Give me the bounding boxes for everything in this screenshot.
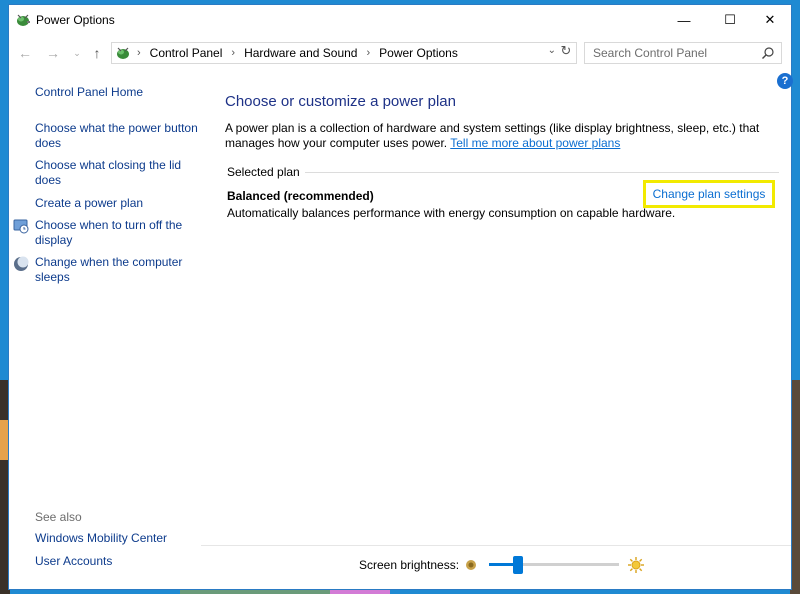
breadcrumb-control-panel[interactable]: Control Panel bbox=[150, 46, 223, 60]
left-task-pane: Control Panel Home Choose what the power… bbox=[9, 75, 209, 575]
power-button-link[interactable]: Choose what the power button does bbox=[35, 121, 205, 151]
page-title: Choose or customize a power plan bbox=[225, 93, 456, 110]
brightness-slider[interactable] bbox=[489, 555, 620, 575]
slider-thumb[interactable] bbox=[513, 556, 524, 574]
learn-more-link[interactable]: Tell me more about power plans bbox=[450, 136, 620, 150]
plan-name: Balanced (recommended) bbox=[227, 189, 374, 203]
see-also-heading: See also bbox=[35, 510, 82, 524]
chevron-down-icon: ⌄ bbox=[73, 47, 81, 58]
closing-lid-link[interactable]: Choose what closing the lid does bbox=[35, 158, 205, 188]
minimize-button[interactable]: — bbox=[661, 5, 707, 35]
recent-locations-button[interactable]: ⌄ bbox=[67, 43, 87, 63]
windows-mobility-center-link[interactable]: Windows Mobility Center bbox=[35, 531, 205, 546]
selected-plan-heading: Selected plan bbox=[227, 165, 300, 179]
breadcrumb-separator-icon: › bbox=[366, 47, 371, 59]
search-box[interactable] bbox=[584, 42, 782, 64]
search-input[interactable] bbox=[593, 46, 763, 60]
minimize-icon: — bbox=[677, 12, 691, 28]
create-power-plan-link[interactable]: Create a power plan bbox=[35, 196, 205, 211]
page-description: A power plan is a collection of hardware… bbox=[225, 121, 765, 151]
up-arrow-icon: ↑ bbox=[93, 45, 101, 61]
breadcrumb-separator-icon: › bbox=[231, 47, 236, 59]
title-bar[interactable]: Power Options — ☐ ✕ bbox=[9, 5, 791, 35]
moon-sleep-icon bbox=[14, 256, 29, 271]
screen-brightness-control: Screen brightness: bbox=[359, 555, 645, 575]
breadcrumb-power-options[interactable]: Power Options bbox=[379, 46, 458, 60]
section-divider bbox=[305, 172, 779, 173]
control-panel-icon bbox=[117, 47, 129, 59]
power-options-window: Power Options — ☐ ✕ ← → ⌄ ↑ › Control Pa… bbox=[8, 4, 793, 590]
help-button[interactable]: ? bbox=[777, 73, 793, 89]
power-options-icon bbox=[17, 14, 30, 26]
display-clock-icon bbox=[13, 219, 29, 234]
control-panel-home-link[interactable]: Control Panel Home bbox=[35, 85, 205, 100]
forward-button[interactable]: → bbox=[43, 43, 63, 63]
breadcrumb-separator-icon: › bbox=[137, 47, 141, 59]
refresh-icon[interactable]: ↻ bbox=[558, 43, 574, 59]
help-icon: ? bbox=[781, 75, 789, 87]
forward-arrow-icon: → bbox=[46, 45, 60, 61]
address-dropdown-icon[interactable]: ⌄ bbox=[548, 45, 556, 56]
desktop-wallpaper-accent bbox=[0, 420, 8, 460]
screen-brightness-label: Screen brightness: bbox=[359, 558, 460, 572]
breadcrumb-hardware-and-sound[interactable]: Hardware and Sound bbox=[244, 46, 357, 60]
close-icon: ✕ bbox=[764, 12, 776, 27]
back-arrow-icon: ← bbox=[18, 45, 32, 61]
close-button[interactable]: ✕ bbox=[747, 5, 793, 35]
search-icon[interactable] bbox=[761, 46, 775, 60]
brightness-high-icon bbox=[628, 557, 645, 573]
computer-sleeps-link[interactable]: Change when the computer sleeps bbox=[35, 255, 205, 285]
brightness-low-icon bbox=[466, 560, 477, 570]
back-button[interactable]: ← bbox=[15, 43, 35, 63]
address-bar[interactable]: › Control Panel › Hardware and Sound › P… bbox=[111, 42, 577, 64]
plan-description: Automatically balances performance with … bbox=[227, 206, 676, 220]
user-accounts-link[interactable]: User Accounts bbox=[35, 554, 205, 569]
maximize-icon: ☐ bbox=[724, 12, 736, 27]
window-title: Power Options bbox=[36, 13, 115, 27]
up-button[interactable]: ↑ bbox=[87, 43, 107, 63]
navigation-bar: ← → ⌄ ↑ › Control Panel › Hardware and S… bbox=[9, 39, 791, 67]
change-plan-settings-link[interactable]: Change plan settings bbox=[643, 180, 775, 208]
turn-off-display-link[interactable]: Choose when to turn off the display bbox=[35, 218, 205, 248]
bottom-divider bbox=[201, 545, 791, 546]
